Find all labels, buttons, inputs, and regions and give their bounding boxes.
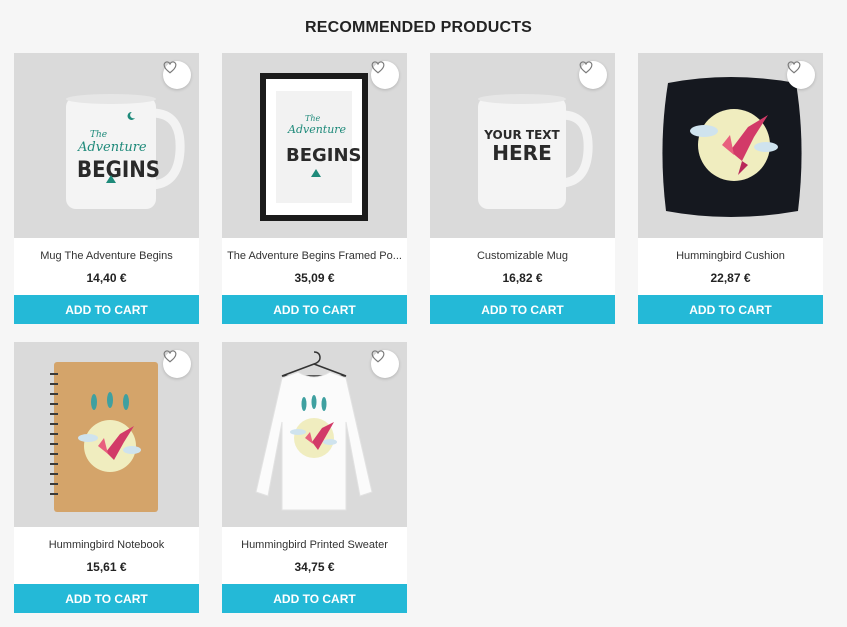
add-to-cart-button[interactable]: ADD TO CART bbox=[222, 295, 407, 324]
product-card-hummingbird-sweater: Hummingbird Printed Sweater 34,75 € ADD … bbox=[222, 342, 407, 613]
product-price: 15,61 € bbox=[86, 560, 127, 574]
svg-text:Adventure: Adventure bbox=[287, 123, 347, 136]
product-price: 35,09 € bbox=[294, 271, 335, 285]
product-price: 34,75 € bbox=[294, 560, 335, 574]
heart-outline-icon bbox=[579, 61, 593, 74]
product-price: 14,40 € bbox=[86, 271, 127, 285]
section-title: RECOMMENDED PRODUCTS bbox=[304, 19, 533, 37]
add-to-cart-button[interactable]: ADD TO CART bbox=[14, 584, 199, 613]
add-to-cart-button[interactable]: ADD TO CART bbox=[638, 295, 823, 324]
wishlist-button[interactable] bbox=[163, 350, 191, 378]
product-name[interactable]: Mug The Adventure Begins bbox=[14, 250, 199, 262]
svg-text:BEGINS: BEGINS bbox=[286, 145, 362, 166]
product-image[interactable]: The Adventure BEGINS bbox=[222, 53, 407, 238]
product-card-hummingbird-notebook: Hummingbird Notebook 15,61 € ADD TO CART bbox=[14, 342, 199, 613]
svg-text:YOUR TEXT: YOUR TEXT bbox=[483, 128, 560, 142]
svg-text:BEGINS: BEGINS bbox=[77, 158, 160, 183]
product-price: 16,82 € bbox=[502, 271, 543, 285]
product-name[interactable]: Hummingbird Printed Sweater bbox=[222, 539, 407, 551]
heart-outline-icon bbox=[371, 350, 385, 363]
heart-outline-icon bbox=[163, 61, 177, 74]
product-name[interactable]: Customizable Mug bbox=[430, 250, 615, 262]
product-card-framed-poster: The Adventure BEGINS The Adventure Begin… bbox=[222, 53, 407, 324]
product-image[interactable] bbox=[638, 53, 823, 238]
product-image[interactable] bbox=[222, 342, 407, 527]
wishlist-button[interactable] bbox=[371, 350, 399, 378]
product-card-customizable-mug: YOUR TEXT HERE Customizable Mug 16,82 € … bbox=[430, 53, 615, 324]
wishlist-button[interactable] bbox=[371, 61, 399, 89]
heart-outline-icon bbox=[371, 61, 385, 74]
svg-text:The: The bbox=[305, 114, 320, 123]
svg-text:Adventure: Adventure bbox=[77, 140, 147, 155]
add-to-cart-button[interactable]: ADD TO CART bbox=[14, 295, 199, 324]
add-to-cart-button[interactable]: ADD TO CART bbox=[222, 584, 407, 613]
wishlist-button[interactable] bbox=[163, 61, 191, 89]
product-image[interactable] bbox=[14, 342, 199, 527]
product-image[interactable]: The Adventure BEGINS bbox=[14, 53, 199, 238]
product-price: 22,87 € bbox=[710, 271, 751, 285]
svg-text:The: The bbox=[90, 130, 107, 140]
wishlist-button[interactable] bbox=[787, 61, 815, 89]
product-card-hummingbird-cushion: Hummingbird Cushion 22,87 € ADD TO CART bbox=[638, 53, 823, 324]
wishlist-button[interactable] bbox=[579, 61, 607, 89]
svg-text:HERE: HERE bbox=[492, 141, 551, 165]
product-name[interactable]: Hummingbird Cushion bbox=[638, 250, 823, 262]
product-name[interactable]: The Adventure Begins Framed Po... bbox=[222, 250, 407, 262]
heart-outline-icon bbox=[163, 350, 177, 363]
product-image[interactable]: YOUR TEXT HERE bbox=[430, 53, 615, 238]
product-card-mug-adventure: The Adventure BEGINS Mug The Adventure B… bbox=[14, 53, 199, 324]
product-name[interactable]: Hummingbird Notebook bbox=[14, 539, 199, 551]
product-grid: The Adventure BEGINS Mug The Adventure B… bbox=[14, 53, 834, 623]
add-to-cart-button[interactable]: ADD TO CART bbox=[430, 295, 615, 324]
heart-outline-icon bbox=[787, 61, 801, 74]
